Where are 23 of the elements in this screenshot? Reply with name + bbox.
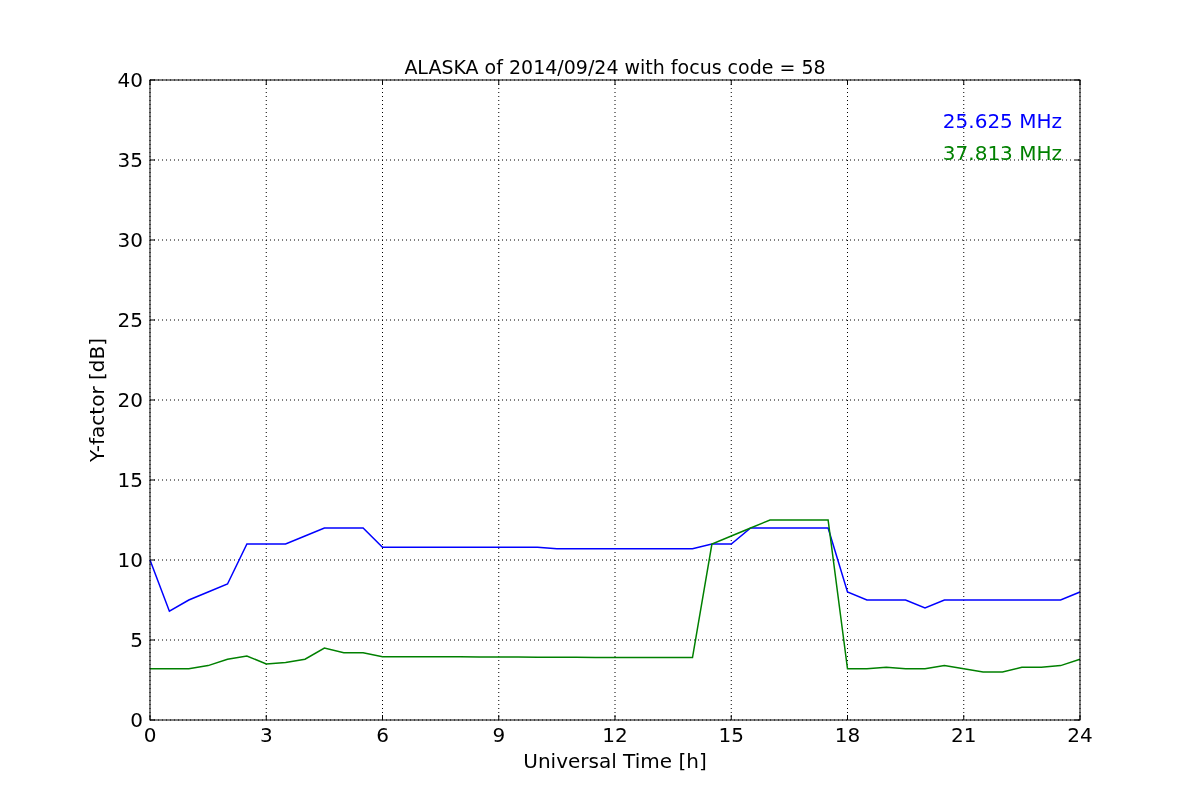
tick-label: 35 bbox=[117, 148, 143, 172]
tick-label: 30 bbox=[117, 228, 143, 252]
tick-label: 3 bbox=[259, 723, 273, 747]
tick-label: 15 bbox=[117, 468, 143, 492]
tick-label: 12 bbox=[602, 723, 628, 747]
tick-label: 18 bbox=[834, 723, 861, 747]
legend-label: 25.625 MHz bbox=[942, 109, 1062, 133]
chart-title: ALASKA of 2014/09/24 with focus code = 58 bbox=[404, 56, 826, 78]
legend-label: 37.813 MHz bbox=[942, 141, 1062, 165]
tick-label: 24 bbox=[1067, 723, 1093, 747]
y-axis-label: Y-factor [dB] bbox=[85, 338, 109, 462]
tick-label: 25 bbox=[117, 308, 143, 332]
x-axis-label: Universal Time [h] bbox=[523, 749, 707, 773]
tick-label: 5 bbox=[130, 628, 143, 652]
tick-label: 40 bbox=[117, 68, 143, 92]
tick-label: 0 bbox=[143, 723, 157, 747]
tick-label: 10 bbox=[117, 548, 143, 572]
tick-label: 15 bbox=[718, 723, 744, 747]
tick-label: 20 bbox=[117, 388, 143, 412]
tick-label: 9 bbox=[492, 723, 506, 747]
tick-label: 21 bbox=[951, 723, 977, 747]
tick-label: 6 bbox=[376, 723, 389, 747]
tick-label: 0 bbox=[130, 708, 143, 732]
